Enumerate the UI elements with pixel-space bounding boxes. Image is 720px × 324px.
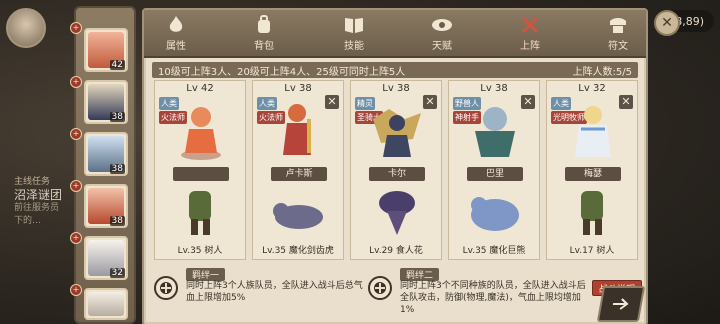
pet-label: Lv.35 魔化巨熊 xyxy=(462,246,526,256)
team-marker-icon: + xyxy=(70,128,82,140)
team-member-6[interactable] xyxy=(84,288,128,320)
team-member-level: 32 xyxy=(109,268,125,278)
tab-backpack[interactable]: 背包 xyxy=(236,14,292,54)
bond-2: 羁绊二 同时上阵3个不同种族的队员，全队进入战斗后全队攻击，防御(物理,魔法)，… xyxy=(368,268,594,316)
hero-sprite-icon xyxy=(475,107,515,157)
tab-attributes[interactable]: 属性 xyxy=(148,14,204,54)
tab-talent[interactable]: 天赋 xyxy=(414,14,470,54)
eye-icon xyxy=(431,14,453,36)
lineup-info-bar: 10级可上阵3人、20级可上阵4人、25级可同时上阵5人 上阵人数:5/5 xyxy=(152,62,638,78)
book-icon xyxy=(343,14,365,36)
hero-level: Lv 32 xyxy=(578,83,606,94)
hero-level: Lv 38 xyxy=(284,83,312,94)
backpack-icon xyxy=(253,14,275,36)
hero-sprite-icon xyxy=(181,107,221,160)
tab-skills[interactable]: 技能 xyxy=(326,14,382,54)
tab-label: 上阵 xyxy=(520,41,540,52)
crossed-swords-icon xyxy=(519,14,541,36)
team-marker-icon: + xyxy=(70,284,82,296)
hero-name-plate: 卢卡斯 xyxy=(271,167,327,181)
tab-label: 技能 xyxy=(344,41,364,52)
hero-level: Lv 38 xyxy=(480,83,508,94)
team-member-3[interactable]: 38 xyxy=(84,132,128,176)
hero-name-plate: 巴里 xyxy=(467,167,523,181)
ritual-icon xyxy=(607,14,629,36)
confirm-arrow-button[interactable] xyxy=(596,286,646,322)
hero-name-plate: 卡尔 xyxy=(369,167,425,181)
arrow-right-icon xyxy=(612,298,629,310)
lineup-cards: Lv 42 人类 火法师 Lv.35 树人 Lv 38 人类 火法师 ✕ 卢卡斯… xyxy=(154,80,638,260)
team-marker-icon: + xyxy=(70,180,82,192)
bond-description: 同时上阵3个不同种族的队员，全队进入战斗后全队攻击，防御(物理,魔法)，气血上限… xyxy=(400,281,586,315)
bond-emblem-icon xyxy=(368,276,392,300)
tab-ritual[interactable]: 符文 xyxy=(590,14,646,54)
team-member-5[interactable]: 32 xyxy=(84,236,128,280)
team-member-level: 38 xyxy=(109,112,125,122)
team-member-level: 38 xyxy=(109,216,125,226)
team-member-level: 42 xyxy=(109,60,125,70)
game-screen: (38,89) 主线任务 沼泽谜团 前往服务员 下的… 42 + 38 + 38… xyxy=(0,0,720,324)
treant-pet-icon xyxy=(189,191,211,235)
quest-line-2: 下的… xyxy=(14,216,42,226)
hero-card[interactable]: Lv 32 人类 光明牧师 ✕ 梅瑟 Lv.17 树人 xyxy=(546,80,638,260)
maneater-plant-pet-icon xyxy=(379,191,415,235)
tab-label: 属性 xyxy=(166,41,186,52)
portrait-icon xyxy=(88,292,124,316)
tab-label: 天赋 xyxy=(432,41,452,52)
hero-name-plate: 梅瑟 xyxy=(565,167,621,181)
tab-lineup[interactable]: 上阵 xyxy=(502,14,558,54)
pet-label: Lv.35 魔化剑齿虎 xyxy=(262,246,334,256)
magic-bear-pet-icon xyxy=(471,197,519,231)
hero-sprite-icon xyxy=(283,104,311,155)
team-marker-icon: + xyxy=(70,76,82,88)
bond-1: 羁绊一 同时上阵3个人族队员，全队进入战斗后总气血上限增加5% xyxy=(154,268,370,316)
bond-section: 羁绊一 同时上阵3个人族队员，全队进入战斗后总气血上限增加5% 羁绊二 同时上阵… xyxy=(154,268,642,316)
sabertooth-pet-icon xyxy=(273,203,323,229)
lineup-panel: 属性 背包 技能 天赋 上阵 符文 10级可上阵3人、20级可上阵4人、25级可… xyxy=(142,8,648,324)
tab-label: 符文 xyxy=(608,41,628,52)
team-marker-icon: + xyxy=(70,22,82,34)
bond-description: 同时上阵3个人族队员，全队进入战斗后总气血上限增加5% xyxy=(186,281,363,303)
player-avatar[interactable] xyxy=(6,8,46,48)
tab-label: 背包 xyxy=(254,41,274,52)
team-member-level: 38 xyxy=(109,164,125,174)
pet-label: Lv.35 树人 xyxy=(177,246,223,256)
hero-level: Lv 42 xyxy=(186,83,214,94)
close-icon: ✕ xyxy=(661,15,673,31)
bond-emblem-icon xyxy=(154,276,178,300)
hero-sprite-icon xyxy=(575,106,611,157)
team-marker-icon: + xyxy=(70,232,82,244)
team-member-2[interactable]: 38 xyxy=(84,80,128,124)
fire-icon xyxy=(165,14,187,36)
treant-pet-icon xyxy=(581,191,603,235)
hero-card[interactable]: Lv 38 精灵 圣骑士 ✕ 卡尔 Lv.29 食人花 xyxy=(350,80,442,260)
pet-label: Lv.17 树人 xyxy=(569,246,615,256)
hero-card[interactable]: Lv 38 人类 火法师 ✕ 卢卡斯 Lv.35 魔化剑齿虎 xyxy=(252,80,344,260)
lineup-count: 上阵人数:5/5 xyxy=(572,66,632,78)
unlock-rule: 10级可上阵3人、20级可上阵4人、25级可同时上阵5人 xyxy=(158,66,406,78)
quest-title: 沼泽谜团 xyxy=(14,188,63,202)
team-list: 42 + 38 + 38 + 38 + 32 + + xyxy=(70,6,136,324)
hero-card[interactable]: Lv 38 野兽人 神射手 ✕ 巴里 Lv.35 魔化巨熊 xyxy=(448,80,540,260)
hero-sprite-icon xyxy=(373,109,421,157)
team-member-1[interactable]: 42 xyxy=(84,28,128,72)
quest-line-1: 前往服务员 xyxy=(14,203,60,213)
pet-label: Lv.29 食人花 xyxy=(369,246,423,256)
close-button[interactable]: ✕ xyxy=(654,10,680,36)
hero-name-plate xyxy=(173,167,229,181)
hero-card[interactable]: Lv 42 人类 火法师 Lv.35 树人 xyxy=(154,80,246,260)
hero-level: Lv 38 xyxy=(382,83,410,94)
tab-bar: 属性 背包 技能 天赋 上阵 符文 xyxy=(144,10,646,58)
team-member-4[interactable]: 38 xyxy=(84,184,128,228)
quest-tracker[interactable]: 主线任务 沼泽谜团 前往服务员 下的… xyxy=(14,176,70,228)
